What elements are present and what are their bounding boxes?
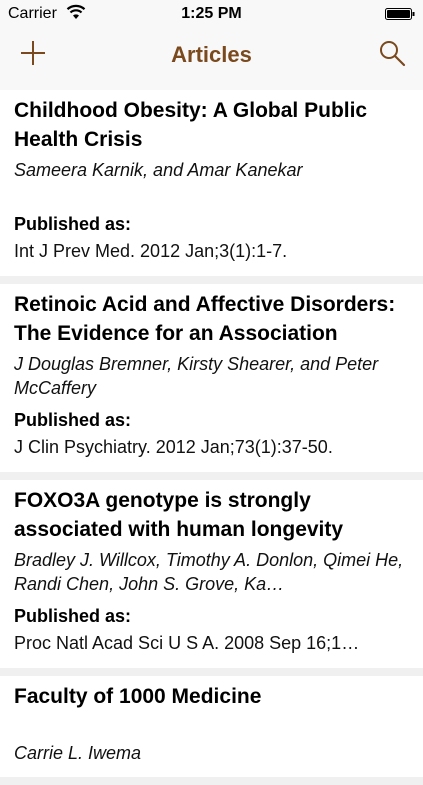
article-title: Childhood Obesity: A Global Public Healt… bbox=[14, 99, 368, 151]
status-bar: Carrier 1:25 PM bbox=[0, 0, 423, 28]
article-card[interactable]: Retinoic Acid and Affective Disorders: T… bbox=[0, 284, 423, 472]
article-authors: Carrie L. Iwema bbox=[14, 743, 142, 763]
article-card[interactable]: Childhood Obesity: A Global Public Healt… bbox=[0, 90, 423, 276]
article-title: Retinoic Acid and Affective Disorders: T… bbox=[14, 293, 396, 345]
article-authors: J Douglas Bremner, Kirsty Shearer, and P… bbox=[14, 354, 379, 398]
published-as-label: Published as: bbox=[14, 214, 132, 234]
article-title: FOXO3A genotype is strongly associated w… bbox=[14, 489, 344, 541]
published-as-label: Published as: bbox=[14, 606, 132, 626]
article-publication: Proc Natl Acad Sci U S A. 2008 Sep 16;1… bbox=[14, 633, 360, 653]
page-title: Articles bbox=[171, 42, 252, 67]
published-as-label: Published as: bbox=[14, 410, 132, 430]
article-authors: Sameera Karnik, and Amar Kanekar bbox=[14, 160, 303, 180]
article-publication: Int J Prev Med. 2012 Jan;3(1):1-7. bbox=[14, 241, 288, 261]
article-publication: J Clin Psychiatry. 2012 Jan;73(1):37-50. bbox=[14, 437, 333, 457]
battery-icon bbox=[385, 8, 415, 20]
status-time: 1:25 PM bbox=[181, 5, 242, 22]
article-title: Faculty of 1000 Medicine bbox=[14, 685, 262, 708]
article-card[interactable]: Faculty of 1000 Medicine Carrie L. Iwema bbox=[0, 676, 423, 777]
magnifier-icon[interactable] bbox=[377, 38, 407, 68]
article-authors: Bradley J. Willcox, Timothy A. Donlon, Q… bbox=[14, 550, 404, 594]
article-card[interactable]: FOXO3A genotype is strongly associated w… bbox=[0, 480, 423, 668]
article-list: Childhood Obesity: A Global Public Healt… bbox=[0, 90, 423, 785]
navigation-bar: Articles bbox=[0, 28, 423, 90]
